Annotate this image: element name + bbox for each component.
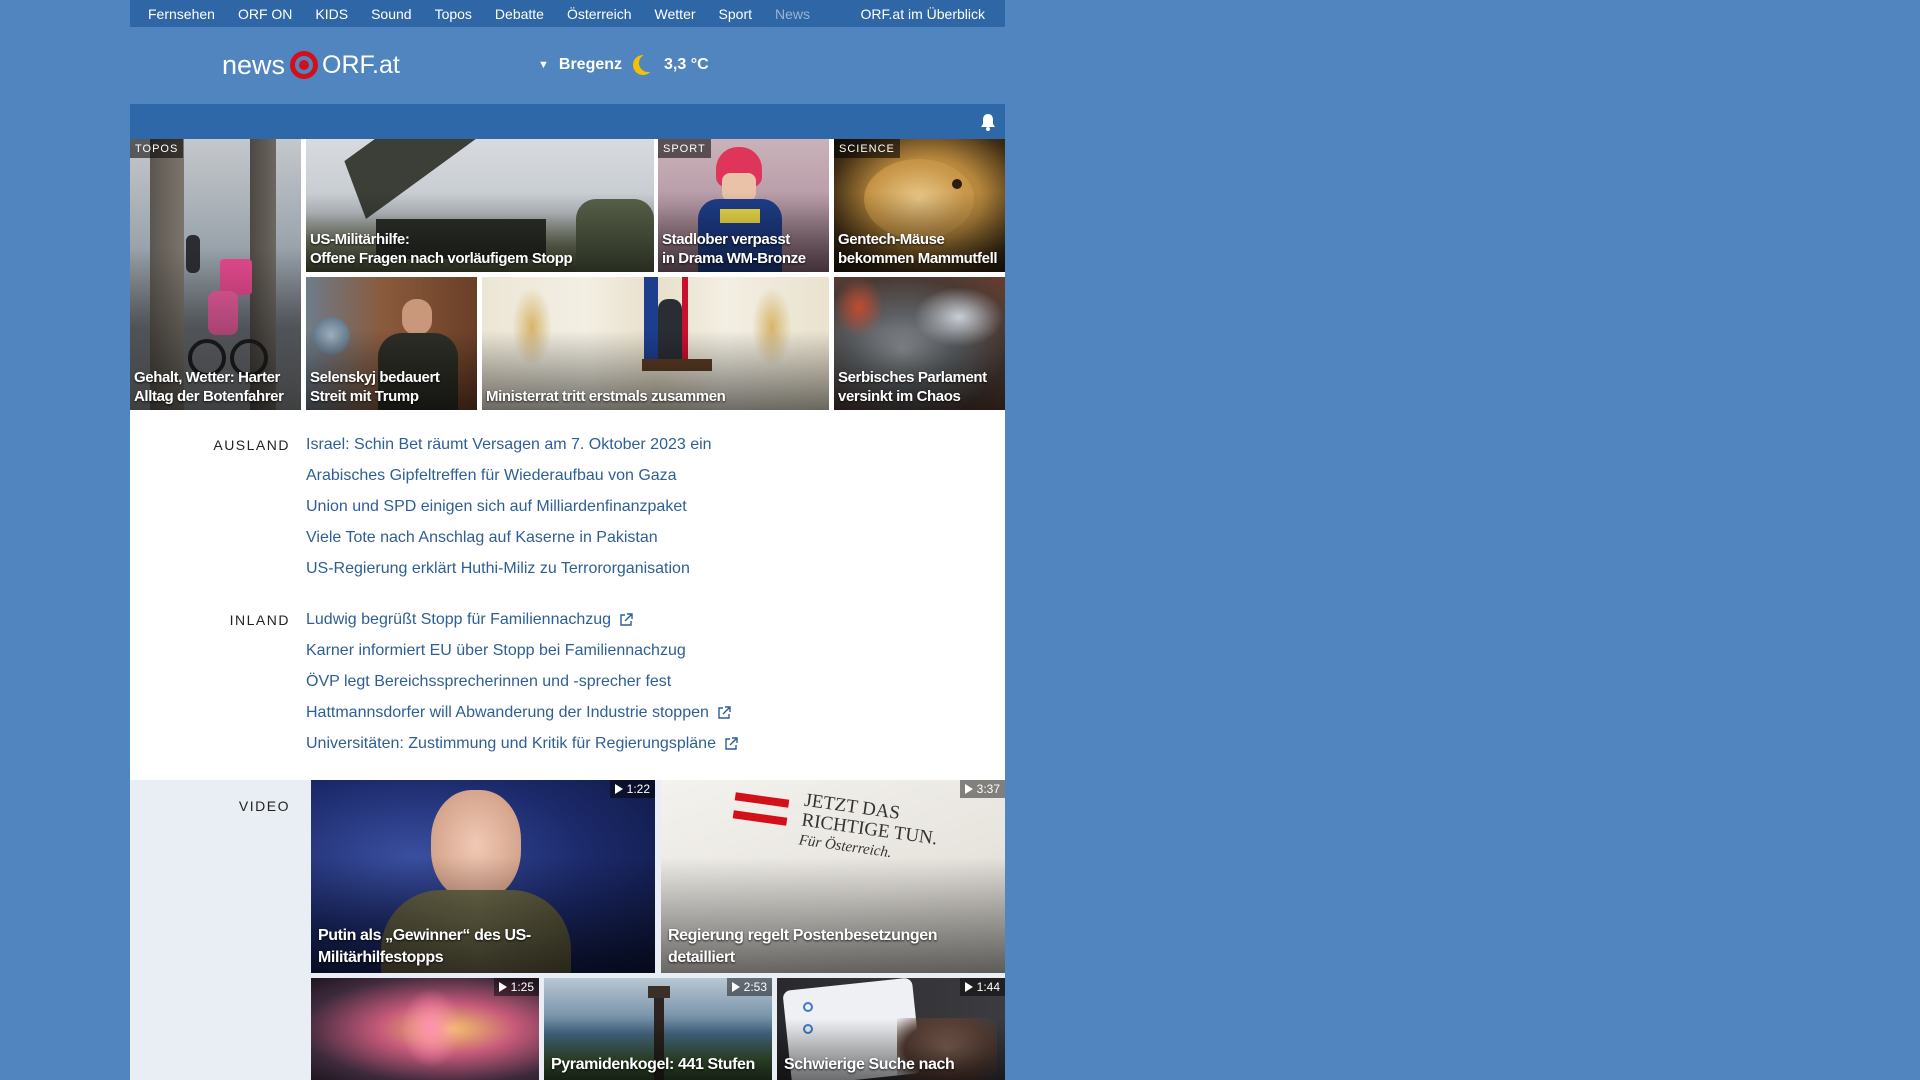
- tile-category-badge: SPORT: [658, 139, 711, 158]
- weather-widget: ▼ Bregenz 3,3 °C: [538, 50, 709, 80]
- weather-temperature: 3,3 °C: [664, 56, 709, 73]
- nav-oesterreich[interactable]: Österreich: [567, 6, 632, 22]
- news-link-text: Union und SPD einigen sich auf Milliarde…: [306, 497, 687, 515]
- play-icon: [614, 784, 623, 794]
- nav-kids[interactable]: KIDS: [315, 6, 348, 22]
- main-content: TOPOS Gehalt, Wetter: Harter Alltag der …: [130, 139, 1005, 1080]
- tile-headline: Gehalt, Wetter: Harter Alltag der Botenf…: [134, 369, 284, 405]
- news-link[interactable]: Hattmannsdorfer will Abwanderung der Ind…: [306, 697, 738, 728]
- video-tile-pyramidenkogel[interactable]: 2:53 Pyramidenkogel: 441 Stufen: [544, 978, 772, 1080]
- external-link-icon: [725, 736, 738, 750]
- news-link-text: Arabisches Gipfeltreffen für Wiederaufba…: [306, 466, 677, 484]
- tile-category-badge: SCIENCE: [834, 139, 900, 158]
- tile-headline: Regierung regelt Postenbesetzungen detai…: [668, 927, 938, 966]
- video-duration: 1:44: [976, 980, 1000, 994]
- tile-headline: Putin als „Gewinner“ des US- Militärhilf…: [318, 927, 531, 966]
- teaser-tile-botenfahrer[interactable]: TOPOS Gehalt, Wetter: Harter Alltag der …: [130, 139, 301, 410]
- notification-bell-icon[interactable]: [980, 113, 996, 131]
- tile-headline: Stadlober verpasst in Drama WM-Bronze: [662, 231, 806, 267]
- play-icon: [731, 982, 740, 992]
- nav-wetter[interactable]: Wetter: [655, 6, 696, 22]
- video-duration: 3:37: [976, 782, 1000, 796]
- section-label-inland: INLAND: [229, 612, 290, 628]
- teaser-tile-selenskyj[interactable]: Selenskyj bedauert Streit mit Trump: [306, 277, 477, 410]
- news-link[interactable]: Arabisches Gipfeltreffen für Wiederaufba…: [306, 460, 712, 491]
- orf-eye-icon: [290, 51, 319, 79]
- external-link-icon: [718, 705, 731, 719]
- video-duration-badge: 2:53: [726, 978, 772, 996]
- nav-orf-on[interactable]: ORF ON: [238, 6, 292, 22]
- teaser-tile-us-militaerhilfe[interactable]: US-Militärhilfe: Offene Fragen nach vorl…: [306, 139, 654, 272]
- teaser-tile-gentech-maeuse[interactable]: SCIENCE Gentech-Mäuse bekommen Mammutfel…: [834, 139, 1005, 272]
- news-link-text: Universitäten: Zustimmung und Kritik für…: [306, 734, 716, 752]
- video-tile-carnival[interactable]: 1:25: [311, 978, 539, 1080]
- news-orf-logo[interactable]: news ORF.at: [222, 44, 400, 86]
- play-icon: [964, 982, 973, 992]
- logo-news-text: news: [222, 49, 286, 80]
- teaser-tile-stadlober[interactable]: SPORT Stadlober verpasst in Drama WM-Bro…: [658, 139, 829, 272]
- inland-news-list: Ludwig begrüßt Stopp für Familiennachzug…: [306, 604, 738, 759]
- top-navigation: Fernsehen ORF ON KIDS Sound Topos Debatt…: [130, 0, 1005, 27]
- news-link-text: Viele Tote nach Anschlag auf Kaserne in …: [306, 528, 658, 546]
- section-label-video: VIDEO: [238, 798, 290, 814]
- news-link[interactable]: US-Regierung erklärt Huthi-Miliz zu Terr…: [306, 553, 712, 584]
- news-link-text: US-Regierung erklärt Huthi-Miliz zu Terr…: [306, 559, 690, 577]
- tile-headline: Ministerrat tritt erstmals zusammen: [486, 388, 726, 405]
- play-icon: [964, 784, 973, 794]
- tile-headline: Schwierige Suche nach: [784, 1056, 955, 1073]
- video-duration-badge: 1:22: [609, 780, 655, 798]
- tile-headline: Pyramidenkogel: 441 Stufen: [551, 1056, 755, 1073]
- tile-headline: Serbisches Parlament versinkt im Chaos: [838, 369, 987, 405]
- video-duration-badge: 1:25: [493, 978, 539, 996]
- nav-news[interactable]: News: [775, 6, 810, 22]
- nav-debatte[interactable]: Debatte: [495, 6, 544, 22]
- news-link-text: Hattmannsdorfer will Abwanderung der Ind…: [306, 703, 709, 721]
- video-tile-putin[interactable]: 1:22 Putin als „Gewinner“ des US- Militä…: [311, 780, 655, 973]
- news-link[interactable]: Viele Tote nach Anschlag auf Kaserne in …: [306, 522, 712, 553]
- news-link[interactable]: Universitäten: Zustimmung und Kritik für…: [306, 728, 738, 759]
- nav-fernsehen[interactable]: Fernsehen: [148, 6, 215, 22]
- nav-topos[interactable]: Topos: [435, 6, 472, 22]
- location-dropdown-icon[interactable]: ▼: [538, 59, 549, 71]
- ausland-news-list: Israel: Schin Bet räumt Versagen am 7. O…: [306, 429, 712, 584]
- tile-headline: US-Militärhilfe: Offene Fragen nach vorl…: [310, 231, 573, 267]
- moon-icon: [633, 54, 655, 75]
- weather-city[interactable]: Bregenz: [559, 56, 622, 74]
- news-link[interactable]: Union und SPD einigen sich auf Milliarde…: [306, 491, 712, 522]
- video-tile-suche[interactable]: 1:44 Schwierige Suche nach: [777, 978, 1005, 1080]
- video-duration: 1:22: [626, 782, 650, 796]
- logo-orf-text: ORF.at: [322, 50, 400, 79]
- news-link-text: Israel: Schin Bet räumt Versagen am 7. O…: [306, 435, 712, 453]
- news-link-text: Ludwig begrüßt Stopp für Familiennachzug: [306, 610, 612, 628]
- news-link[interactable]: ÖVP legt Bereichssprecherinnen und -spre…: [306, 666, 738, 697]
- teaser-tile-ministerrat[interactable]: Ministerrat tritt erstmals zusammen: [482, 277, 829, 410]
- external-link-icon: [620, 612, 633, 626]
- video-duration: 1:25: [510, 980, 534, 994]
- video-duration-badge: 3:37: [959, 780, 1005, 798]
- nav-sport[interactable]: Sport: [719, 6, 752, 22]
- play-icon: [498, 982, 507, 992]
- video-tile-regierung[interactable]: JETZT DAS RICHTIGE TUN. Für Österreich. …: [661, 780, 1005, 973]
- panel-header-bar: [130, 104, 1005, 139]
- news-link[interactable]: Karner informiert EU über Stopp bei Fami…: [306, 635, 738, 666]
- section-label-ausland: AUSLAND: [213, 437, 290, 453]
- tile-headline: Gentech-Mäuse bekommen Mammutfell: [838, 231, 998, 267]
- tile-headline: Selenskyj bedauert Streit mit Trump: [310, 369, 440, 405]
- nav-overview-link[interactable]: ORF.at im Überblick: [861, 6, 985, 22]
- news-link-text: ÖVP legt Bereichssprecherinnen und -spre…: [306, 672, 672, 690]
- news-link[interactable]: Israel: Schin Bet räumt Versagen am 7. O…: [306, 429, 712, 460]
- video-duration-badge: 1:44: [959, 978, 1005, 996]
- news-link[interactable]: Ludwig begrüßt Stopp für Familiennachzug: [306, 604, 738, 635]
- video-duration: 2:53: [743, 980, 767, 994]
- teaser-tile-serbisches-parlament[interactable]: Serbisches Parlament versinkt im Chaos: [834, 277, 1005, 410]
- tile-category-badge: TOPOS: [130, 139, 184, 158]
- news-link-text: Karner informiert EU über Stopp bei Fami…: [306, 641, 686, 659]
- video-section: VIDEO 1:22 Putin als „Gewinner“ des US- …: [130, 780, 1005, 1080]
- nav-sound[interactable]: Sound: [371, 6, 411, 22]
